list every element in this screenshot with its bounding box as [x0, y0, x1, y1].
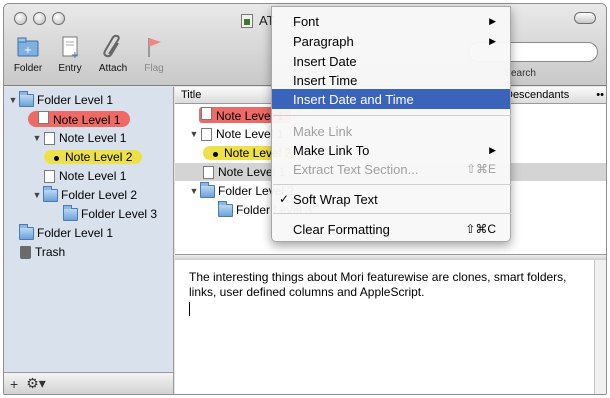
editor-text[interactable]: The interesting things about Mori featur…	[189, 270, 569, 300]
window-controls	[14, 12, 65, 25]
note-icon	[201, 127, 212, 141]
bullet-icon	[213, 152, 218, 157]
column-descendants[interactable]: Descendants	[505, 89, 569, 101]
sidebar-item-note-level-1[interactable]: ▼ Note Level 1	[32, 129, 127, 147]
sidebar-item-note-level-2[interactable]: Note Level 2	[44, 148, 143, 166]
action-menu-button[interactable]: ⚙▾	[26, 375, 46, 392]
menu-item-clear-formatting[interactable]: Clear Formatting ⇧⌘C	[272, 219, 510, 239]
attach-button[interactable]: Attach	[93, 34, 133, 74]
menu-separator	[273, 184, 511, 185]
checkmark-icon: ✓	[279, 192, 290, 206]
folder-icon	[218, 200, 233, 217]
note-icon	[44, 131, 55, 145]
note-icon	[201, 107, 212, 120]
toolbar-toggle-button[interactable]	[574, 12, 596, 24]
menu-item-soft-wrap-text[interactable]: ✓ Soft Wrap Text	[272, 189, 510, 209]
disclosure-triangle-icon[interactable]: ▼	[189, 129, 199, 139]
close-window-button[interactable]	[14, 12, 27, 25]
add-item-button[interactable]: +	[10, 376, 18, 392]
minimize-window-button[interactable]	[33, 12, 46, 25]
menu-item-insert-time[interactable]: Insert Time	[272, 70, 510, 90]
folder-icon	[200, 181, 215, 198]
menu-separator	[273, 213, 511, 214]
sidebar: ▼ Folder Level 1 Note Level 1 ▼ Note Lev…	[4, 87, 174, 384]
note-editor[interactable]: The interesting things about Mori featur…	[175, 260, 606, 394]
disclosure-triangle-icon[interactable]: ▼	[32, 133, 42, 143]
window-title: AT	[241, 13, 275, 28]
menu-item-font[interactable]: Font ▶	[272, 11, 510, 31]
editor-scrollbar[interactable]	[594, 260, 606, 394]
sidebar-item-note-level-1[interactable]: Note Level 1	[42, 167, 126, 185]
note-icon	[38, 111, 49, 124]
menu-separator	[273, 115, 511, 116]
note-icon	[203, 165, 214, 179]
sidebar-item-folder-level-1[interactable]: Folder Level 1	[18, 223, 113, 242]
trash-icon	[20, 245, 31, 259]
sidebar-item-note-level-1[interactable]: Note Level 1	[28, 110, 131, 128]
context-menu: Font ▶ Paragraph ▶ Insert Date Insert Ti…	[271, 6, 511, 242]
new-folder-button[interactable]: + Folder	[8, 34, 48, 74]
sidebar-item-label: Note Level 1	[28, 111, 131, 127]
shortcut-label: ⇧⌘E	[465, 162, 496, 176]
submenu-arrow-icon: ▶	[489, 35, 496, 46]
column-more[interactable]: ••	[596, 89, 604, 101]
svg-text:+: +	[24, 45, 32, 56]
menu-item-make-link[interactable]: Make Link	[272, 121, 510, 141]
paperclip-icon	[103, 34, 120, 58]
menu-item-extract-text-section[interactable]: Extract Text Section... ⇧⌘E	[272, 159, 510, 179]
shortcut-label: ⇧⌘C	[465, 222, 496, 236]
folder-icon	[19, 90, 34, 107]
zoom-window-button[interactable]	[52, 12, 65, 25]
sidebar-item-folder-level-3[interactable]: Folder Level 3	[62, 204, 157, 223]
submenu-arrow-icon: ▶	[489, 144, 496, 155]
disclosure-triangle-icon[interactable]: ▼	[189, 186, 199, 196]
note-icon	[44, 169, 55, 183]
svg-text:+: +	[71, 50, 79, 60]
folder-icon	[63, 204, 78, 221]
folder-icon	[19, 223, 34, 240]
flag-icon	[148, 38, 161, 57]
sidebar-item-folder-level-2[interactable]: ▼ Folder Level 2	[32, 185, 137, 204]
document-icon	[241, 13, 253, 28]
disclosure-triangle-icon[interactable]: ▼	[8, 95, 18, 105]
sidebar-footer: + ⚙▾	[4, 372, 174, 394]
disclosure-triangle-icon[interactable]: ▼	[32, 190, 42, 200]
new-entry-button[interactable]: + Entry	[50, 34, 90, 74]
text-caret	[189, 302, 190, 316]
menu-item-insert-date[interactable]: Insert Date	[272, 51, 510, 71]
menu-item-make-link-to[interactable]: Make Link To ▶	[272, 140, 510, 160]
column-title[interactable]: Title	[181, 89, 201, 101]
folder-icon	[43, 185, 58, 202]
entry-add-icon: +	[62, 36, 79, 60]
submenu-arrow-icon: ▶	[489, 15, 496, 26]
menu-item-insert-date-and-time[interactable]: Insert Date and Time	[272, 89, 510, 109]
folder-add-icon: +	[17, 37, 39, 57]
sidebar-item-trash[interactable]: Trash	[18, 243, 65, 261]
menu-item-paragraph[interactable]: Paragraph ▶	[272, 31, 510, 51]
sidebar-item-label: Note Level 2	[44, 150, 143, 164]
bullet-icon	[54, 156, 59, 161]
flag-button[interactable]: Flag	[134, 34, 174, 74]
sidebar-item-folder-level-1[interactable]: ▼ Folder Level 1	[8, 90, 113, 109]
